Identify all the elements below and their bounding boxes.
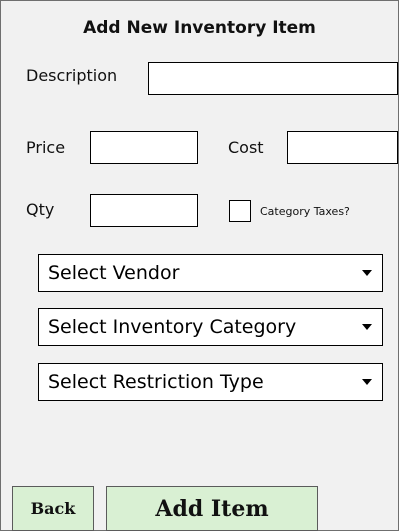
- vendor-select[interactable]: Select Vendor: [38, 254, 383, 292]
- category-taxes-checkbox[interactable]: [229, 200, 251, 222]
- chevron-down-icon: [362, 379, 372, 385]
- chevron-down-icon: [362, 270, 372, 276]
- category-taxes-label: Category Taxes?: [260, 205, 350, 218]
- description-field[interactable]: [148, 62, 398, 95]
- add-item-button-label: Add Item: [155, 495, 269, 522]
- vendor-select-value: Select Vendor: [48, 262, 180, 284]
- cost-field[interactable]: [287, 131, 398, 164]
- cost-label: Cost: [228, 138, 264, 157]
- price-label: Price: [26, 138, 66, 157]
- restriction-type-select[interactable]: Select Restriction Type: [38, 363, 383, 401]
- form-title: Add New Inventory Item: [83, 18, 316, 38]
- inventory-category-select-value: Select Inventory Category: [48, 316, 297, 338]
- price-field[interactable]: [90, 131, 198, 164]
- description-label: Description: [26, 66, 118, 85]
- chevron-down-icon: [362, 324, 372, 330]
- back-button-label: Back: [30, 499, 76, 518]
- restriction-type-select-value: Select Restriction Type: [48, 371, 264, 393]
- add-item-button[interactable]: Add Item: [106, 486, 318, 531]
- qty-label: Qty: [26, 200, 55, 219]
- qty-field[interactable]: [90, 194, 198, 227]
- inventory-category-select[interactable]: Select Inventory Category: [38, 308, 383, 346]
- back-button[interactable]: Back: [12, 486, 94, 531]
